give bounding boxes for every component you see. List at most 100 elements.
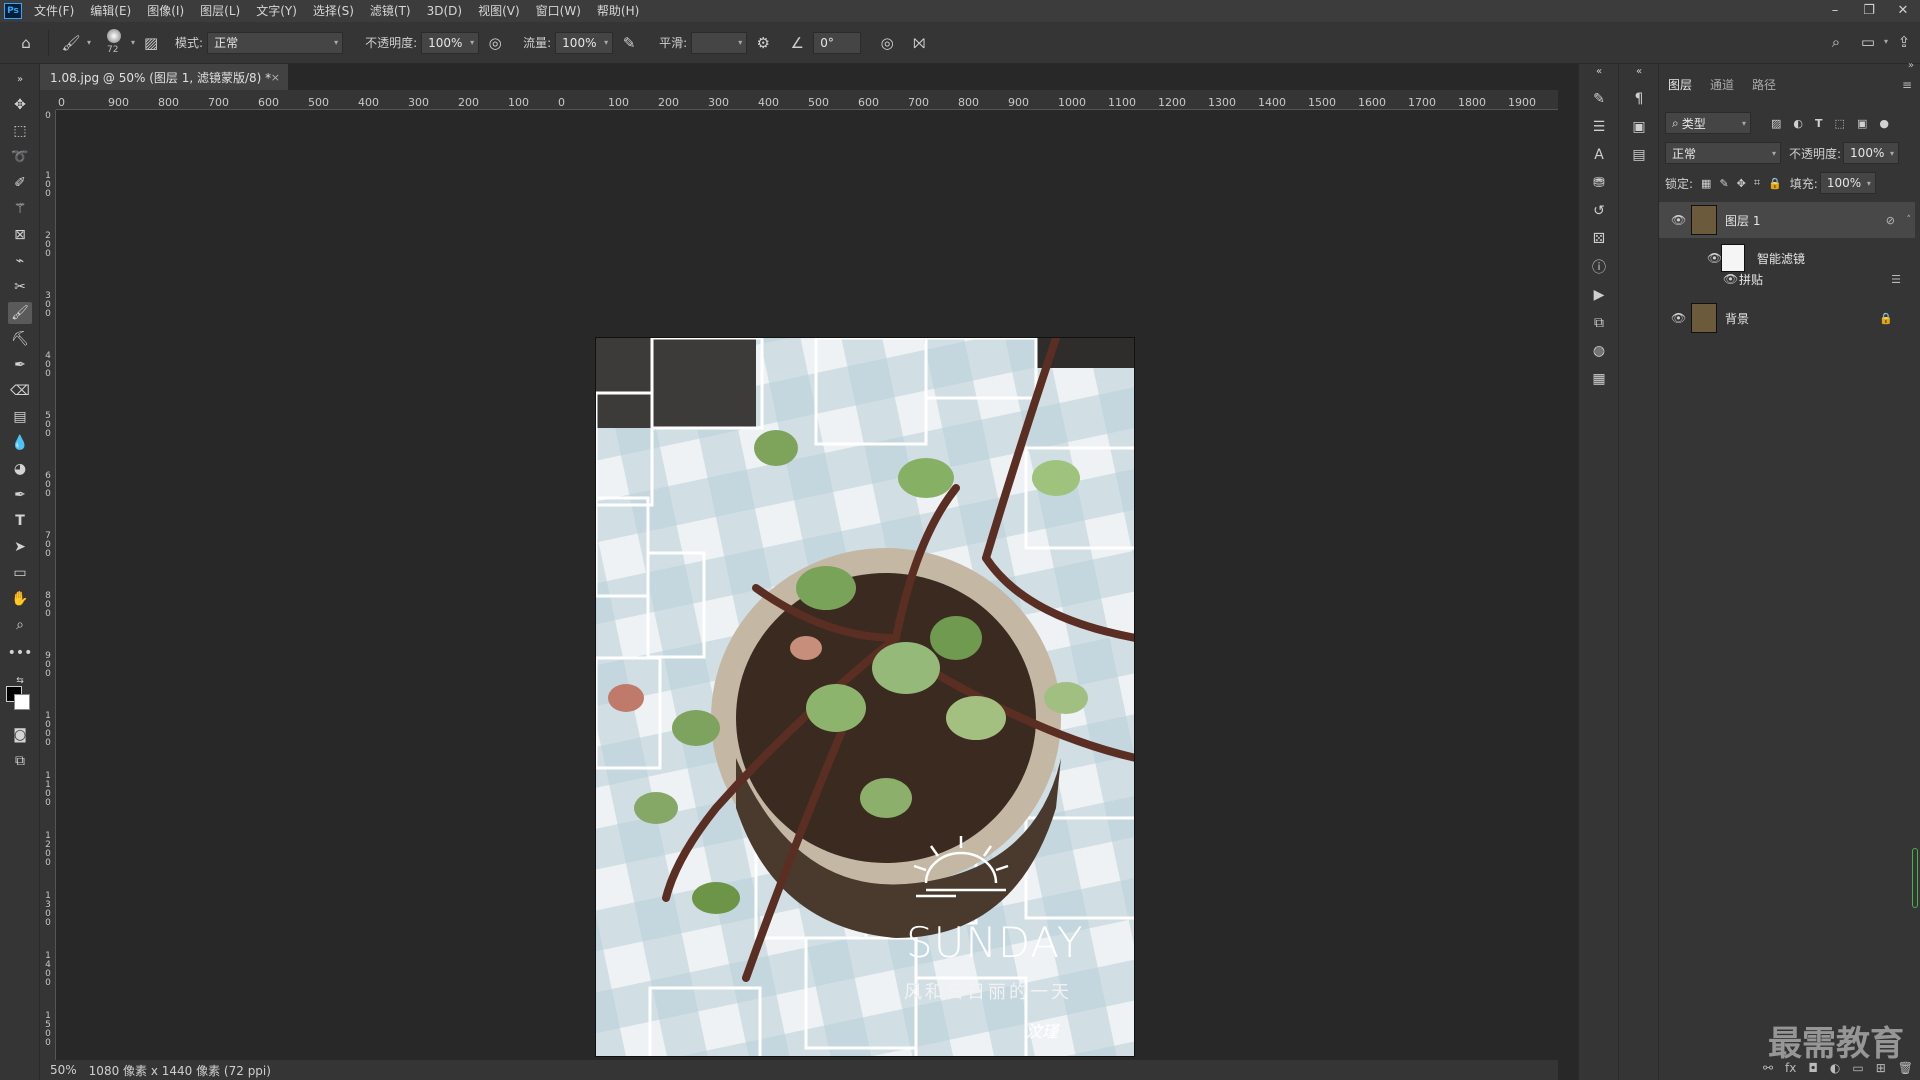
collapse-dock-icon[interactable]: « xyxy=(1627,60,1651,82)
history-panel-icon[interactable]: ↺ xyxy=(1587,200,1611,222)
collapse-toolbar-icon[interactable]: » xyxy=(8,68,32,90)
adjustments-panel-icon[interactable]: ☰ xyxy=(1587,116,1611,138)
eye-icon[interactable]: 👁 xyxy=(1671,213,1686,227)
eraser-tool-icon[interactable]: ⌫ xyxy=(8,380,32,402)
filter-pixel-icon[interactable]: ▨ xyxy=(1771,117,1781,130)
dodge-tool-icon[interactable]: ◕ xyxy=(8,458,32,480)
minimize-icon[interactable]: – xyxy=(1818,0,1852,22)
symmetry-icon[interactable]: ⨝ xyxy=(907,31,931,55)
tab-channels[interactable]: 通道 xyxy=(1701,74,1743,96)
mode-select[interactable]: 正常 ▾ xyxy=(207,31,344,54)
menu-type[interactable]: 文字(Y) xyxy=(248,0,305,22)
properties-panel-icon[interactable]: ⧉ xyxy=(1587,312,1611,334)
brush-settings-icon[interactable]: ▨ xyxy=(139,31,163,55)
scrollbar-thumb[interactable] xyxy=(1912,848,1918,908)
eye-icon[interactable]: 👁 xyxy=(1707,251,1722,265)
pressure-size-icon[interactable]: ◎ xyxy=(875,31,899,55)
menu-help[interactable]: 帮助(H) xyxy=(589,0,647,22)
actions-panel-icon[interactable]: ⚄ xyxy=(1587,228,1611,250)
magic-wand-tool-icon[interactable]: ⚚ xyxy=(8,198,32,220)
share-icon[interactable]: ⇪ xyxy=(1892,30,1916,54)
paragraph-panel-icon[interactable]: ¶ xyxy=(1627,88,1651,110)
search-icon[interactable]: ⌕ xyxy=(1824,30,1848,54)
panel-menu-icon[interactable]: ≡ xyxy=(1902,78,1912,92)
angle-input[interactable]: 0° xyxy=(813,31,862,54)
fill-input[interactable]: 100% ▾ xyxy=(1819,172,1876,194)
history-brush-tool-icon[interactable]: ✒ xyxy=(8,354,32,376)
restore-icon[interactable]: ❐ xyxy=(1852,0,1886,22)
3d-panel-icon[interactable]: ◍ xyxy=(1587,340,1611,362)
libraries-panel-icon[interactable]: ▣ xyxy=(1627,116,1651,138)
lasso-tool-icon[interactable]: ➰ xyxy=(8,146,32,168)
lock-position-icon[interactable]: ✥ xyxy=(1737,177,1746,190)
airbrush-icon[interactable]: ✎ xyxy=(617,31,641,55)
quick-mask-icon[interactable]: ◙ xyxy=(8,724,32,746)
close-tab-icon[interactable]: × xyxy=(271,71,280,84)
chevron-up-icon[interactable]: ˄ xyxy=(1907,215,1912,225)
filter-smart-object-icon[interactable]: ▣ xyxy=(1857,117,1867,130)
eyedropper-tool-icon[interactable]: ⌁ xyxy=(8,250,32,272)
clone-stamp-tool-icon[interactable]: ⛏ xyxy=(8,328,32,350)
layer-row-filter-tiles[interactable]: 👁 拼贴 ☰ xyxy=(1659,268,1915,290)
menu-file[interactable]: 文件(F) xyxy=(26,0,82,22)
brush-preset-icon[interactable]: 🖌 xyxy=(59,31,83,55)
pressure-opacity-icon[interactable]: ◎ xyxy=(483,31,507,55)
filter-options-icon[interactable]: ☰ xyxy=(1891,273,1901,286)
document-info[interactable]: 1080 像素 x 1440 像素 (72 ppi) xyxy=(89,1062,271,1079)
workspace-icon[interactable]: ▭ xyxy=(1856,30,1880,54)
eye-icon[interactable]: 👁 xyxy=(1723,272,1738,286)
pen-tool-icon[interactable]: ✒ xyxy=(8,484,32,506)
filter-shape-icon[interactable]: ⬚ xyxy=(1835,117,1845,130)
brush-size-picker[interactable]: 72 xyxy=(101,27,131,59)
close-window-icon[interactable]: ✕ xyxy=(1886,0,1920,22)
screen-mode-icon[interactable]: ⧉ xyxy=(8,750,32,772)
background-color-swatch[interactable] xyxy=(14,694,30,710)
menu-filter[interactable]: 滤镜(T) xyxy=(362,0,419,22)
collapse-panel-icon[interactable]: » xyxy=(1908,60,1914,71)
home-icon[interactable]: ⌂ xyxy=(14,31,38,55)
menu-edit[interactable]: 编辑(E) xyxy=(82,0,139,22)
menu-image[interactable]: 图像(I) xyxy=(139,0,192,22)
layer-filter-select[interactable]: ⌕ 类型 ▾ xyxy=(1665,112,1751,134)
chevron-down-icon[interactable]: ▾ xyxy=(131,38,135,47)
canvas-area[interactable]: SUNDAY 风和日日丽的一天 汶瑾 xyxy=(56,110,1558,1060)
document-tab[interactable]: 1.08.jpg @ 50% (图层 1, 滤镜蒙版/8) * × xyxy=(40,64,288,90)
menu-view[interactable]: 视图(V) xyxy=(470,0,528,22)
eye-icon[interactable]: 👁 xyxy=(1671,311,1686,325)
filter-adjustment-icon[interactable]: ◐ xyxy=(1793,117,1803,130)
hand-tool-icon[interactable]: ✋ xyxy=(8,588,32,610)
crop-tool-icon[interactable]: ✂ xyxy=(8,276,32,298)
menu-3d[interactable]: 3D(D) xyxy=(419,0,470,22)
lock-artboard-icon[interactable]: ⌗ xyxy=(1754,176,1760,190)
menu-layer[interactable]: 图层(L) xyxy=(192,0,248,22)
filter-toggle-icon[interactable]: ● xyxy=(1879,117,1889,130)
layer-row-layer1[interactable]: 👁 图层 1 ⊘ ˄ xyxy=(1659,202,1915,238)
chevron-down-icon[interactable]: ▾ xyxy=(1884,30,1888,54)
gradient-tool-icon[interactable]: ▤ xyxy=(8,406,32,428)
blend-mode-select[interactable]: 正常 ▾ xyxy=(1665,142,1781,164)
character-panel-icon[interactable]: A xyxy=(1587,144,1611,166)
chevron-down-icon[interactable]: ▾ xyxy=(87,38,91,47)
notes-panel-icon[interactable]: ▤ xyxy=(1627,144,1651,166)
collapse-dock-icon[interactable]: « xyxy=(1587,60,1611,82)
lock-transparency-icon[interactable]: ▦ xyxy=(1701,177,1711,190)
quick-selection-tool-icon[interactable]: ✐ xyxy=(8,172,32,194)
play-icon[interactable]: ▶ xyxy=(1587,284,1611,306)
blur-tool-icon[interactable]: 💧 xyxy=(8,432,32,454)
flow-input[interactable]: 100% ▾ xyxy=(555,31,614,54)
layer-row-background[interactable]: 👁 背景 🔒 xyxy=(1659,300,1915,336)
opacity-input[interactable]: 100% ▾ xyxy=(421,31,480,54)
info-panel-icon[interactable]: ⓘ xyxy=(1587,256,1611,278)
smoothing-input[interactable]: ▾ xyxy=(691,31,748,54)
tab-paths[interactable]: 路径 xyxy=(1743,74,1785,96)
tab-layers[interactable]: 图层 xyxy=(1659,74,1701,96)
zoom-tool-icon[interactable]: ⌕ xyxy=(8,614,32,636)
zoom-level[interactable]: 50% xyxy=(50,1063,77,1077)
document-artwork[interactable]: SUNDAY 风和日日丽的一天 汶瑾 xyxy=(595,337,1135,1057)
brush-settings-panel-icon[interactable]: ✎ xyxy=(1587,88,1611,110)
layer-opacity-input[interactable]: 100% ▾ xyxy=(1843,142,1900,164)
marquee-tool-icon[interactable]: ⬚ xyxy=(8,120,32,142)
clone-source-panel-icon[interactable]: ⛃ xyxy=(1587,172,1611,194)
table-panel-icon[interactable]: ▦ xyxy=(1587,368,1611,390)
path-selection-tool-icon[interactable]: ➤ xyxy=(8,536,32,558)
